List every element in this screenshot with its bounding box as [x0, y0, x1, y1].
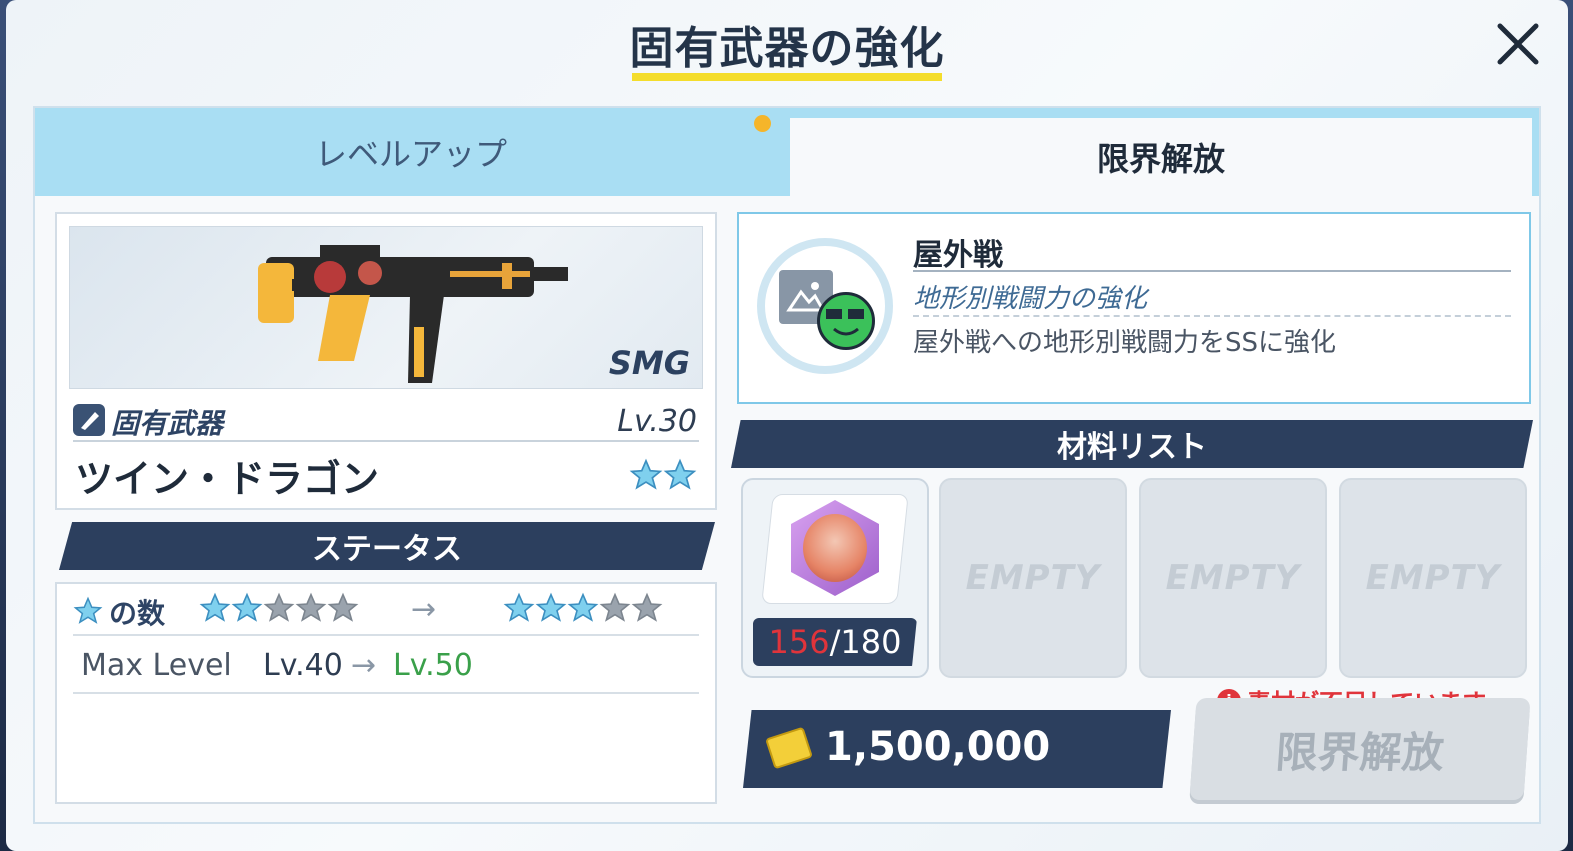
star-filled-icon [629, 458, 663, 496]
arrow-right-icon: → [351, 648, 377, 683]
star-filled-icon [663, 458, 697, 496]
enhance-frame: レベルアップ 限界解放 SMG 固有武器 Lv.30 ツイン・ドラゴン ステータ… [33, 106, 1541, 824]
material-slot-empty: EMPTY [1339, 478, 1527, 678]
star-filled-icon [567, 592, 599, 628]
skill-title: 屋外戦 [913, 238, 1003, 273]
dialog-title: 固有武器の強化 [629, 23, 945, 74]
material-count: 156/180 [753, 618, 917, 666]
weapon-card: SMG 固有武器 Lv.30 ツイン・ドラゴン [55, 212, 717, 510]
enhance-dialog: 固有武器の強化 レベルアップ 限界解放 SMG 固有武器 Lv.30 ツイン・ド… [6, 0, 1568, 851]
tab-level-up[interactable]: レベルアップ [35, 108, 787, 196]
material-count-need: /180 [829, 623, 902, 661]
stars-before [199, 592, 359, 628]
star-empty-icon [263, 592, 295, 628]
weapon-class-label: SMG [608, 344, 690, 382]
tab-bar: レベルアップ 限界解放 [35, 108, 1539, 196]
notification-dot [754, 115, 771, 132]
skill-description: 屋外戦への地形別戦闘力をSSに強化 [913, 328, 1337, 358]
weapon-image: SMG [69, 226, 703, 389]
star-filled-icon [231, 592, 263, 628]
tab-limit-break[interactable]: 限界解放 [790, 118, 1532, 196]
max-level-row: Max Level Lv.40 → Lv.50 [73, 638, 699, 694]
stars-after [503, 592, 663, 628]
status-banner: ステータス [59, 522, 715, 570]
star-empty-icon [295, 592, 327, 628]
credit-icon [765, 726, 813, 770]
title-underline [632, 73, 942, 81]
cost-box: 1,500,000 [743, 710, 1171, 788]
weapon-star-rating [629, 458, 697, 496]
divider [913, 315, 1511, 317]
weapon-level: Lv.30 [617, 404, 697, 439]
game-screen: 固有武器の強化 レベルアップ 限界解放 SMG 固有武器 Lv.30 ツイン・ド… [0, 0, 1573, 851]
skill-card: 屋外戦 地形別戦闘力の強化 屋外戦への地形別戦闘力をSSに強化 [737, 212, 1531, 404]
material-slot[interactable]: 156/180 [741, 478, 929, 678]
weapon-type-row: 固有武器 Lv.30 [73, 398, 699, 442]
dialog-header: 固有武器の強化 [6, 0, 1568, 84]
status-card: の数 → Max Level Lv.40 → Lv.50 [55, 582, 717, 804]
weapon-type-label: 固有武器 [111, 407, 224, 440]
star-filled-icon [199, 592, 231, 628]
weapon-name: ツイン・ドラゴン [75, 457, 380, 501]
divider [913, 270, 1511, 272]
star-filled-icon [503, 592, 535, 628]
star-icon [73, 596, 103, 630]
close-button[interactable] [1492, 18, 1544, 70]
close-icon [1497, 23, 1539, 65]
character-portrait [803, 514, 867, 582]
star-empty-icon [327, 592, 359, 628]
skill-subtitle: 地形別戦闘力の強化 [913, 284, 1148, 314]
material-slot-empty: EMPTY [939, 478, 1127, 678]
sunglasses-face-icon [817, 292, 875, 350]
star-empty-icon [599, 592, 631, 628]
star-count-label: の数 [109, 597, 166, 630]
material-slot-empty: EMPTY [1139, 478, 1327, 678]
material-count-have: 156 [768, 623, 830, 661]
star-filled-icon [535, 592, 567, 628]
star-empty-icon [631, 592, 663, 628]
max-level-to: Lv.50 [393, 648, 473, 683]
max-level-from: Lv.40 [263, 648, 343, 683]
weapon-type-icon [73, 404, 105, 436]
limit-break-button[interactable]: 限界解放 [1189, 698, 1531, 800]
arrow-right-icon: → [411, 592, 437, 627]
cost-value: 1,500,000 [825, 724, 1051, 770]
materials-banner: 材料リスト [731, 420, 1533, 468]
max-level-label: Max Level [81, 648, 232, 683]
star-count-row: の数 → [73, 584, 699, 636]
